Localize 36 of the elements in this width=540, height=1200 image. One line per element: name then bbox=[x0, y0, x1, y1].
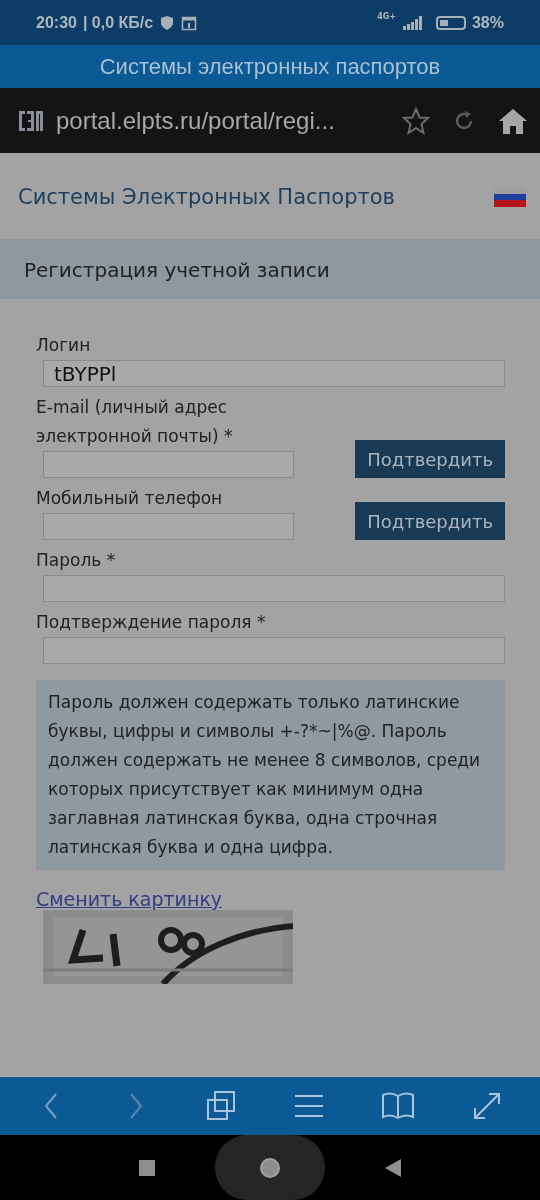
field-label: Логин bbox=[36, 334, 92, 357]
book-icon[interactable] bbox=[381, 1092, 414, 1120]
battery-percent: 38% bbox=[471, 13, 504, 32]
menu-icon[interactable] bbox=[294, 1094, 323, 1118]
input-field[interactable] bbox=[43, 513, 294, 540]
tabs-icon[interactable] bbox=[205, 1091, 236, 1121]
confirm-button[interactable]: Подтвердить bbox=[355, 502, 505, 540]
battery-icon bbox=[435, 15, 466, 30]
field-label: Подтверждение пароля * bbox=[36, 611, 267, 634]
confirm-button[interactable]: Подтвердить bbox=[355, 440, 505, 478]
site-logo-icon bbox=[18, 109, 44, 132]
field-label: Мобильный телефон bbox=[36, 487, 224, 510]
input-field[interactable] bbox=[43, 637, 505, 664]
shield-icon bbox=[159, 14, 176, 31]
field-label: Пароль * bbox=[36, 549, 117, 572]
input-field[interactable]: tBYPPl bbox=[43, 360, 505, 387]
input-field[interactable] bbox=[43, 451, 294, 478]
star-icon[interactable] bbox=[402, 106, 430, 135]
network-speed: | 0,0 КБ/с bbox=[82, 13, 154, 32]
network-type: 4G+ bbox=[377, 12, 396, 21]
change-picture-link[interactable]: Сменить картинку bbox=[36, 888, 223, 910]
expand-icon[interactable] bbox=[472, 1092, 501, 1120]
clock: 20:30 bbox=[36, 13, 77, 32]
circle-icon bbox=[258, 1155, 282, 1180]
app-title: Системы электронных паспортов bbox=[99, 53, 441, 80]
field-label: E-mail (личный адрес электронной почты) * bbox=[36, 396, 234, 448]
section-title: Регистрация учетной записи bbox=[24, 258, 330, 282]
calendar-icon bbox=[181, 14, 198, 31]
home-icon[interactable] bbox=[498, 106, 528, 135]
back-triangle-icon[interactable] bbox=[385, 1158, 401, 1177]
url-text[interactable]: portal.elpts.ru/portal/regi... bbox=[56, 106, 380, 135]
recents-icon[interactable] bbox=[139, 1159, 155, 1176]
password-hint: Пароль должен содержать только латинские буквы, цифры и символы +-?*~|%@. Пароль должен содержать не менее 8 символов, среди которых присутствует как минимум одна заглавная латинская буква, одна строчная латинская буква и одна цифра. bbox=[36, 680, 505, 870]
site-title: Системы Электронных Паспортов bbox=[18, 185, 395, 209]
signal-icon bbox=[401, 15, 422, 30]
input-field[interactable] bbox=[43, 575, 505, 602]
